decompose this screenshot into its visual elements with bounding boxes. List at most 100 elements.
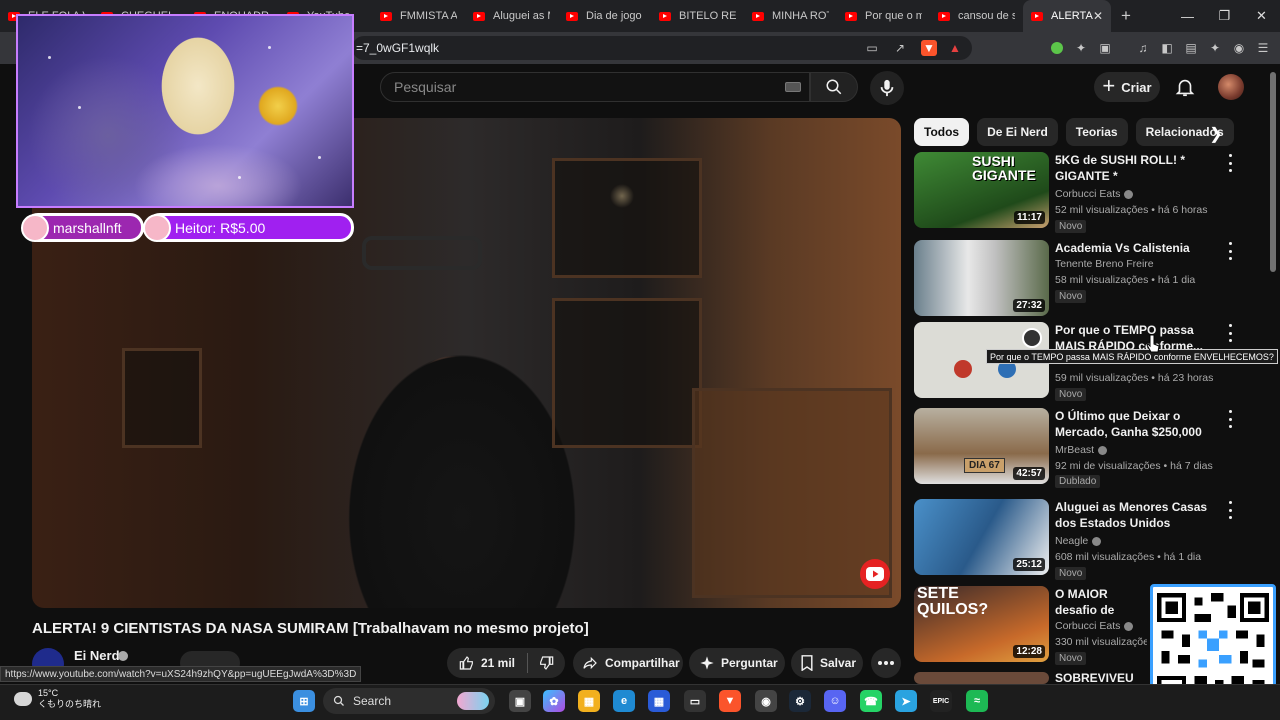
- telegram-icon[interactable]: ➤: [895, 690, 917, 712]
- video-thumbnail[interactable]: 27:32: [914, 240, 1049, 316]
- browser-tab[interactable]: cansou de s: [930, 0, 1023, 32]
- video-thumbnail[interactable]: [914, 672, 1049, 684]
- channel-name[interactable]: Neagle: [1055, 535, 1102, 547]
- status-bar-url: https://www.youtube.com/watch?v=uXS24h9z…: [0, 666, 362, 682]
- maximize-icon[interactable]: ❐: [1206, 0, 1243, 32]
- edge-icon[interactable]: e: [613, 690, 635, 712]
- recommendation-item[interactable]: SUSHI GIGANTE 11:17 5KG de SUSHI ROLL! *…: [914, 152, 1264, 233]
- chevron-right-icon[interactable]: ❯: [1206, 124, 1226, 144]
- duration-badge: 27:32: [1013, 299, 1045, 312]
- recommendation-item[interactable]: DIA 67 42:57 O Último que Deixar o Merca…: [914, 408, 1264, 488]
- thumbnail-sign: DIA 67: [964, 458, 1005, 473]
- more-vertical-icon[interactable]: [1227, 501, 1233, 519]
- channel-name[interactable]: Tenente Breno Freire: [1055, 258, 1154, 270]
- browser-tab[interactable]: MINHA ROT: [744, 0, 837, 32]
- vpn-icon[interactable]: ◉: [1231, 40, 1247, 56]
- recommendation-item[interactable]: 25:12 Aluguei as Menores Casas dos Estad…: [914, 499, 1264, 580]
- channel-name[interactable]: Ei Nerd: [74, 648, 120, 663]
- more-vertical-icon[interactable]: [1227, 242, 1233, 260]
- channel-name[interactable]: MrBeast: [1055, 444, 1108, 456]
- obs-icon[interactable]: ◉: [755, 690, 777, 712]
- dislike-button[interactable]: [528, 655, 564, 671]
- brave-browser-icon[interactable]: ▼: [719, 690, 741, 712]
- close-tab-icon[interactable]: ✕: [1093, 9, 1103, 23]
- chip-todos[interactable]: Todos: [914, 118, 970, 146]
- verified-icon: [1124, 621, 1134, 631]
- browser-tab[interactable]: Por que o m: [837, 0, 930, 32]
- video-thumbnail[interactable]: SETE QUILOS? 12:28: [914, 586, 1049, 662]
- keyboard-icon[interactable]: [785, 82, 801, 92]
- microsoft-store-icon[interactable]: ▦: [648, 690, 670, 712]
- video-thumbnail[interactable]: SUSHI GIGANTE 11:17: [914, 152, 1049, 228]
- video-thumbnail[interactable]: DIA 67 42:57: [914, 408, 1049, 484]
- more-actions-button[interactable]: [871, 648, 901, 678]
- video-title[interactable]: Academia Vs Calistenia: [1055, 240, 1225, 256]
- menu-icon[interactable]: ☰: [1255, 40, 1271, 56]
- video-title[interactable]: Aluguei as Menores Casas dos Estados Uni…: [1055, 499, 1225, 531]
- leo-ai-icon[interactable]: ✦: [1207, 40, 1223, 56]
- close-window-icon[interactable]: ✕: [1243, 0, 1280, 32]
- browser-tab[interactable]: Aluguei as M: [465, 0, 558, 32]
- new-tab-button[interactable]: +: [1111, 6, 1141, 26]
- video-title[interactable]: O Último que Deixar o Mercado, Ganha $25…: [1055, 408, 1225, 440]
- chip-de-ei-nerd[interactable]: De Ei Nerd: [977, 118, 1058, 146]
- video-title[interactable]: O MAIOR desafio de 7kg?! | Curry, arroz: [1055, 586, 1147, 618]
- minimize-icon[interactable]: —: [1169, 0, 1206, 32]
- recommendation-item[interactable]: 27:32 Academia Vs Calistenia Tenente Bre…: [914, 240, 1264, 320]
- windows-start-icon[interactable]: ⊞: [293, 690, 315, 712]
- steam-icon[interactable]: ⚙: [789, 690, 811, 712]
- media-icon[interactable]: ♫: [1135, 40, 1151, 56]
- browser-tab-active[interactable]: ALERTA ✕: [1023, 0, 1111, 32]
- screenshot-icon[interactable]: ▣: [1097, 40, 1113, 56]
- epic-games-icon[interactable]: EPIC: [930, 690, 952, 712]
- capcut-icon[interactable]: ▭: [684, 690, 706, 712]
- create-button[interactable]: + Criar: [1094, 72, 1160, 102]
- scrollbar[interactable]: [1270, 72, 1276, 272]
- browser-tab[interactable]: BITELO REVE: [651, 0, 744, 32]
- ask-button[interactable]: Perguntar: [689, 648, 785, 678]
- video-meta: 608 mil visualizações • há 1 dia: [1055, 551, 1202, 563]
- discord-icon[interactable]: ☺: [824, 690, 846, 712]
- channel-name[interactable]: Corbucci Eats: [1055, 188, 1134, 200]
- brave-rewards-icon[interactable]: ▲: [947, 40, 963, 56]
- sparkle-icon: [700, 656, 714, 670]
- spotify-icon[interactable]: ≈: [966, 690, 988, 712]
- recommendation-item[interactable]: SETE QUILOS? 12:28 O MAIOR desafio de 7k…: [914, 586, 1150, 666]
- sushi-icon: [21, 213, 49, 242]
- url-text[interactable]: =7_0wGF1wqlk: [356, 41, 439, 55]
- copilot-icon[interactable]: ✿: [543, 690, 565, 712]
- watch-later-icon[interactable]: [1022, 328, 1042, 348]
- weather-widget[interactable]: 15°C くもりのち晴れ: [14, 688, 101, 710]
- notifications-bell-icon[interactable]: [1174, 76, 1196, 98]
- chip-teorias[interactable]: Teorias: [1065, 118, 1128, 146]
- recommendation-item[interactable]: SOBREVIVEU 438: [914, 672, 1150, 684]
- browser-tab[interactable]: FMMISTA AT: [372, 0, 465, 32]
- video-thumbnail[interactable]: 25:12: [914, 499, 1049, 575]
- save-button[interactable]: Salvar: [791, 648, 863, 678]
- whatsapp-icon[interactable]: ☎: [860, 690, 882, 712]
- video-title[interactable]: SOBREVIVEU 438: [1055, 672, 1147, 684]
- like-button[interactable]: 21 mil: [447, 653, 529, 673]
- cast-icon[interactable]: ▭: [864, 40, 880, 56]
- more-vertical-icon[interactable]: [1227, 324, 1233, 342]
- browser-tab[interactable]: Dia de jogo: [558, 0, 651, 32]
- extensions-puzzle-icon[interactable]: ✦: [1073, 40, 1089, 56]
- share-button[interactable]: Compartilhar: [573, 648, 683, 678]
- file-explorer-icon[interactable]: ▦: [578, 690, 600, 712]
- search-input[interactable]: Pesquisar: [380, 72, 810, 102]
- taskbar-search[interactable]: Search: [323, 688, 495, 714]
- more-vertical-icon[interactable]: [1227, 154, 1233, 172]
- brave-shields-icon[interactable]: ▼: [921, 40, 937, 56]
- search-button[interactable]: [810, 72, 858, 102]
- voice-search-button[interactable]: [870, 71, 904, 105]
- sidebar-icon[interactable]: ◧: [1159, 40, 1175, 56]
- duration-badge: 42:57: [1013, 467, 1045, 480]
- wallet-icon[interactable]: ▤: [1183, 40, 1199, 56]
- share-page-icon[interactable]: ↗: [892, 40, 908, 56]
- account-avatar[interactable]: [1218, 74, 1244, 100]
- more-vertical-icon[interactable]: [1227, 410, 1233, 428]
- channel-name[interactable]: Corbucci Eats: [1055, 620, 1134, 632]
- video-title[interactable]: 5KG de SUSHI ROLL! * GIGANTE *: [1055, 152, 1225, 184]
- task-view-icon[interactable]: ▣: [509, 690, 531, 712]
- extension-green-icon[interactable]: [1049, 40, 1065, 56]
